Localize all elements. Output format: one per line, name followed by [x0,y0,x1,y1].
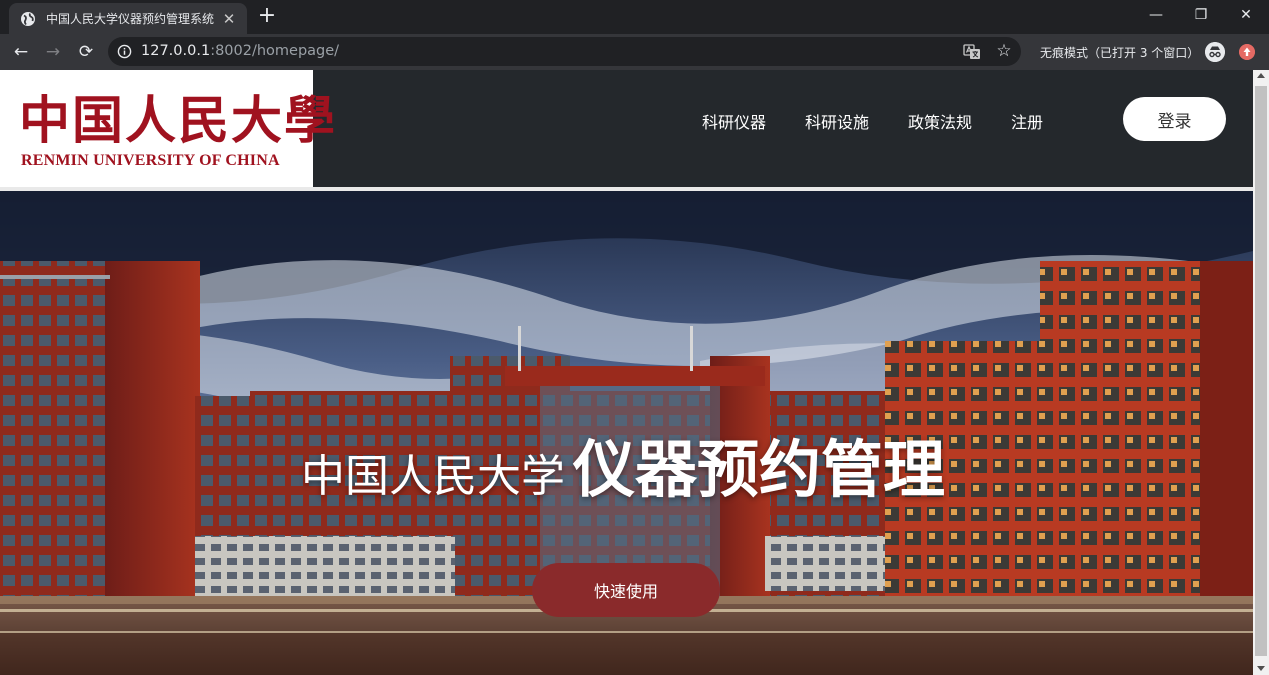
logo-chinese-text: 中国人民大學 [19,91,338,151]
forward-button[interactable]: → [42,41,64,63]
new-tab-button[interactable]: + [256,5,278,28]
minimize-button[interactable]: — [1141,4,1171,26]
scroll-down-arrow-icon[interactable] [1257,666,1265,671]
logo-english-text: RENMIN UNIVERSITY OF CHINA [21,152,280,169]
site-header: 中国人民大學 RENMIN UNIVERSITY OF CHINA 科研仪器 科… [0,70,1253,187]
page-scrollbar[interactable] [1253,70,1269,675]
reload-button[interactable]: ⟳ [75,41,97,63]
window-close-button[interactable]: ✕ [1231,4,1261,26]
nav-facilities[interactable]: 科研设施 [805,109,869,133]
nav-instruments[interactable]: 科研仪器 [702,109,766,133]
quick-start-button[interactable]: 快速使用 [532,563,720,617]
browser-tab[interactable]: 中国人民大学仪器预约管理系统 ✕ [9,3,247,34]
hero-title: 中国人民大学 仪器预约管理 [301,419,945,509]
back-button[interactable]: ← [10,41,32,63]
url-host: 127.0.0.1 [141,43,211,59]
url-text: 127.0.0.1:8002/homepage/ [141,43,339,59]
login-button[interactable]: 登录 [1123,97,1226,141]
hero-banner: 中国人民大学 仪器预约管理 快速使用 [0,191,1253,675]
incognito-icon[interactable] [1205,42,1225,62]
university-logo[interactable]: 中国人民大學 RENMIN UNIVERSITY OF CHINA [0,70,335,187]
nav-register[interactable]: 注册 [1011,109,1043,133]
restore-button[interactable]: ❐ [1186,4,1216,26]
scroll-thumb[interactable] [1255,86,1267,656]
scroll-up-arrow-icon[interactable] [1257,73,1265,78]
incognito-label: 无痕模式（已打开 3 个窗口） [1040,46,1200,60]
tab-close-icon[interactable]: ✕ [221,11,237,27]
address-bar[interactable]: 127.0.0.1:8002/homepage/ ☆ [108,37,1021,66]
extension-icon[interactable] [1239,44,1255,60]
globe-icon [21,11,35,26]
nav-policies[interactable]: 政策法规 [908,109,972,133]
tab-strip: 中国人民大学仪器预约管理系统 ✕ + — ❐ ✕ [0,0,1269,34]
tab-title: 中国人民大学仪器预约管理系统 [46,12,215,26]
url-path: :8002/homepage/ [210,43,340,59]
bookmark-star-icon[interactable]: ☆ [994,40,1014,62]
info-icon[interactable] [117,44,132,59]
page: 中国人民大學 RENMIN UNIVERSITY OF CHINA 科研仪器 科… [0,70,1253,675]
hero-title-university: 中国人民大学 [301,451,565,502]
translate-icon[interactable] [963,43,981,61]
hero-title-system: 仪器预约管理 [573,433,946,506]
browser-toolbar: ← → ⟳ 127.0.0.1:8002/homepage/ ☆ 无痕模式（已打… [0,34,1269,70]
